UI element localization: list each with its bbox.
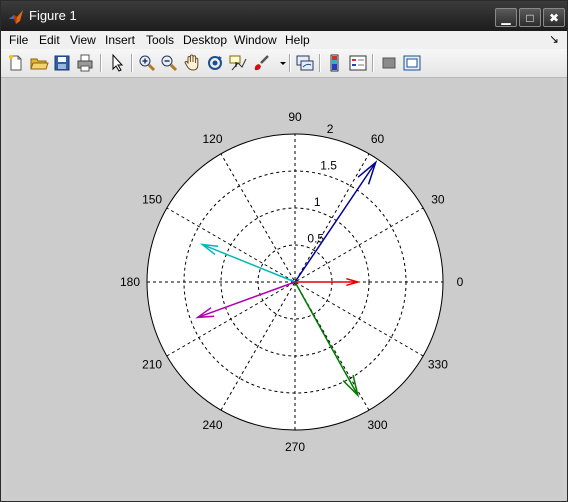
angle-tick-label: 30 [431, 193, 445, 207]
new-figure-icon[interactable] [6, 53, 26, 73]
print-icon[interactable] [75, 53, 95, 73]
angle-tick-label: 150 [142, 193, 162, 207]
edit-plot-arrow-icon[interactable] [107, 53, 127, 73]
title-bar[interactable]: Figure 1 ▁ □ ✖ [1, 1, 567, 31]
maximize-button[interactable]: □ [519, 8, 541, 27]
angle-tick-label: 330 [428, 358, 448, 372]
show-plot-tools-icon[interactable] [402, 53, 422, 73]
toolbar-separator [319, 54, 320, 72]
close-button[interactable]: ✖ [543, 8, 565, 27]
menu-tools[interactable]: Tools [146, 33, 174, 47]
menu-desktop[interactable]: Desktop [183, 33, 227, 47]
angle-tick-label: 60 [371, 132, 385, 146]
window-title: Figure 1 [29, 8, 77, 23]
angle-tick-label: 300 [367, 418, 387, 432]
angle-tick-label: 0 [457, 275, 464, 289]
link-plot-icon[interactable] [295, 53, 315, 73]
angle-tick-label: 210 [142, 358, 162, 372]
angle-tick-label: 90 [288, 110, 302, 124]
angle-tick-label: 180 [120, 275, 140, 289]
menu-file[interactable]: File [9, 33, 28, 47]
angle-tick-label: 240 [202, 418, 222, 432]
menu-view[interactable]: View [70, 33, 96, 47]
figure-canvas: 0 30 60 90 120 150 180 210 240 270 300 330 0.5 1 1.5 2 [5, 78, 563, 497]
toolbar-separator [100, 54, 101, 72]
angle-tick-label: 270 [285, 440, 305, 454]
radial-tick-label: 1.5 [320, 159, 337, 173]
data-cursor-icon[interactable] [228, 53, 248, 73]
toolbar-separator [289, 54, 290, 72]
radial-tick-label: 1 [314, 195, 321, 209]
compass-plot[interactable]: 03060901201501802102402703003300.511.52 [5, 78, 563, 497]
toolbar-separator [372, 54, 373, 72]
minimize-button[interactable]: ▁ [495, 8, 517, 27]
zoom-in-icon[interactable] [137, 53, 157, 73]
brush-dropdown-icon[interactable] [273, 53, 286, 73]
save-icon[interactable] [52, 53, 72, 73]
dock-arrow-icon[interactable]: ↘ [549, 32, 559, 46]
pan-hand-icon[interactable] [182, 53, 202, 73]
rotate-3d-icon[interactable] [205, 53, 225, 73]
menu-window[interactable]: Window [234, 33, 277, 47]
open-file-icon[interactable] [29, 53, 49, 73]
toolbar-separator [131, 54, 132, 72]
menu-insert[interactable]: Insert [105, 33, 135, 47]
legend-icon[interactable] [348, 53, 368, 73]
angle-tick-label: 120 [202, 132, 222, 146]
zoom-out-icon[interactable] [159, 53, 179, 73]
menu-bar: File Edit View Insert Tools Desktop Wind… [1, 31, 567, 49]
figure-window: Figure 1 ▁ □ ✖ File Edit View Insert Too… [0, 0, 568, 502]
colorbar-icon[interactable] [325, 53, 345, 73]
brush-icon[interactable] [251, 53, 271, 73]
matlab-logo-icon [8, 9, 24, 25]
radial-tick-label: 2 [327, 122, 334, 136]
figure-toolbar [1, 49, 567, 78]
menu-edit[interactable]: Edit [39, 33, 60, 47]
menu-help[interactable]: Help [285, 33, 310, 47]
hide-plot-tools-icon[interactable] [379, 53, 399, 73]
